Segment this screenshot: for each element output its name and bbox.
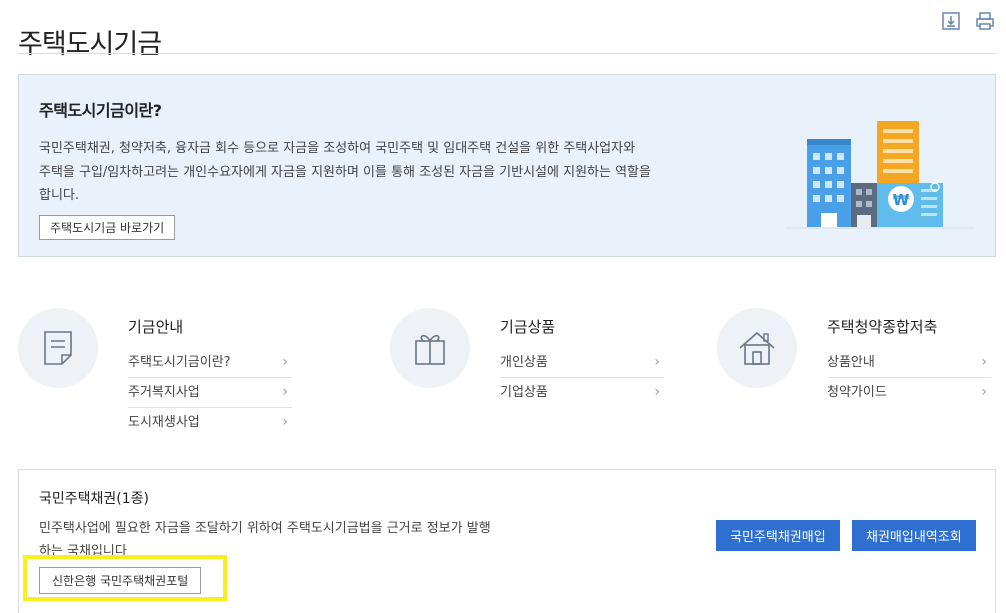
bond-history-button[interactable]: 채권매입내역조회: [852, 520, 976, 551]
link-corporate-products[interactable]: 기업상품 ›: [500, 378, 664, 407]
link-label: 청약가이드: [827, 385, 887, 400]
chevron-right-icon: ›: [654, 354, 660, 370]
intro-line: 주택을 구입/임차하고려는 개인수요자에게 자금을 지원하며 이를 통해 조성된…: [39, 164, 651, 180]
link-personal-products[interactable]: 개인상품 ›: [500, 348, 664, 378]
chevron-right-icon: ›: [981, 354, 987, 370]
link-label: 도시재생사업: [128, 415, 200, 430]
link-label: 주택도시기금이란?: [128, 355, 231, 370]
category-links: 상품안내 › 청약가이드 ›: [827, 348, 991, 407]
category-title: 기금상품: [500, 318, 556, 336]
bond-title: 국민주택채권(1종): [39, 491, 149, 507]
chevron-right-icon: ›: [282, 414, 288, 430]
category-icon-circle: [717, 308, 797, 388]
category-title: 주택청약종합저축: [827, 318, 938, 336]
intro-line: 국민주택채권, 청약저축, 융자금 회수 등으로 자금을 조성하여 국민주택 및…: [39, 141, 636, 156]
page-title: 주택도시기금: [18, 29, 162, 61]
chevron-right-icon: ›: [981, 384, 987, 400]
bond-purchase-button[interactable]: 국민주택채권매입: [716, 520, 840, 551]
category-title: 기금안내: [128, 318, 184, 336]
house-icon: [739, 331, 775, 365]
link-fund-intro[interactable]: 주택도시기금이란? ›: [128, 348, 292, 378]
page-tools: [940, 10, 996, 32]
category-icon-circle: [390, 308, 470, 388]
chevron-right-icon: ›: [654, 384, 660, 400]
intro-line: 합니다.: [39, 188, 80, 203]
link-label: 상품안내: [827, 355, 875, 370]
link-urban-regeneration[interactable]: 도시재생사업 ›: [128, 408, 292, 437]
link-label: 기업상품: [500, 385, 548, 400]
download-icon[interactable]: [940, 10, 962, 32]
print-icon[interactable]: [974, 10, 996, 32]
intro-box: 주택도시기금이란? 국민주택채권, 청약저축, 융자금 회수 등으로 자금을 조…: [18, 74, 996, 257]
gift-box-icon: [415, 334, 445, 365]
link-label: 주거복지사업: [128, 385, 200, 400]
link-label: 개인상품: [500, 355, 548, 370]
fund-shortcut-button[interactable]: 주택도시기금 바로가기: [39, 215, 176, 240]
chevron-right-icon: ›: [282, 384, 288, 400]
shinhan-bond-portal-button[interactable]: 신한은행 국민주택채권포털: [39, 567, 202, 594]
link-product-info[interactable]: 상품안내 ›: [827, 348, 991, 378]
national-housing-bond-section: 국민주택채권(1종) 민주택사업에 필요한 자금을 조달하기 위하여 주택도시기…: [18, 469, 996, 613]
link-housing-welfare[interactable]: 주거복지사업 ›: [128, 378, 292, 408]
chevron-right-icon: ›: [282, 354, 288, 370]
svg-text:₩: ₩: [893, 191, 910, 209]
category-links: 주택도시기금이란? › 주거복지사업 › 도시재생사업 ›: [128, 348, 292, 437]
link-subscription-guide[interactable]: 청약가이드 ›: [827, 378, 991, 407]
intro-description: 국민주택채권, 청약저축, 융자금 회수 등으로 자금을 조성하여 국민주택 및…: [39, 137, 689, 208]
memo-icon: [44, 331, 72, 365]
title-divider: [18, 53, 996, 54]
category-icon-circle: [18, 308, 98, 388]
intro-heading: 주택도시기금이란?: [39, 101, 162, 120]
city-buildings-illustration: ₩: [785, 121, 975, 229]
bond-line: 민주택사업에 필요한 자금을 조달하기 위하여 주택도시기금법을 근거로 정보가…: [39, 521, 491, 536]
category-links: 개인상품 › 기업상품 ›: [500, 348, 664, 407]
